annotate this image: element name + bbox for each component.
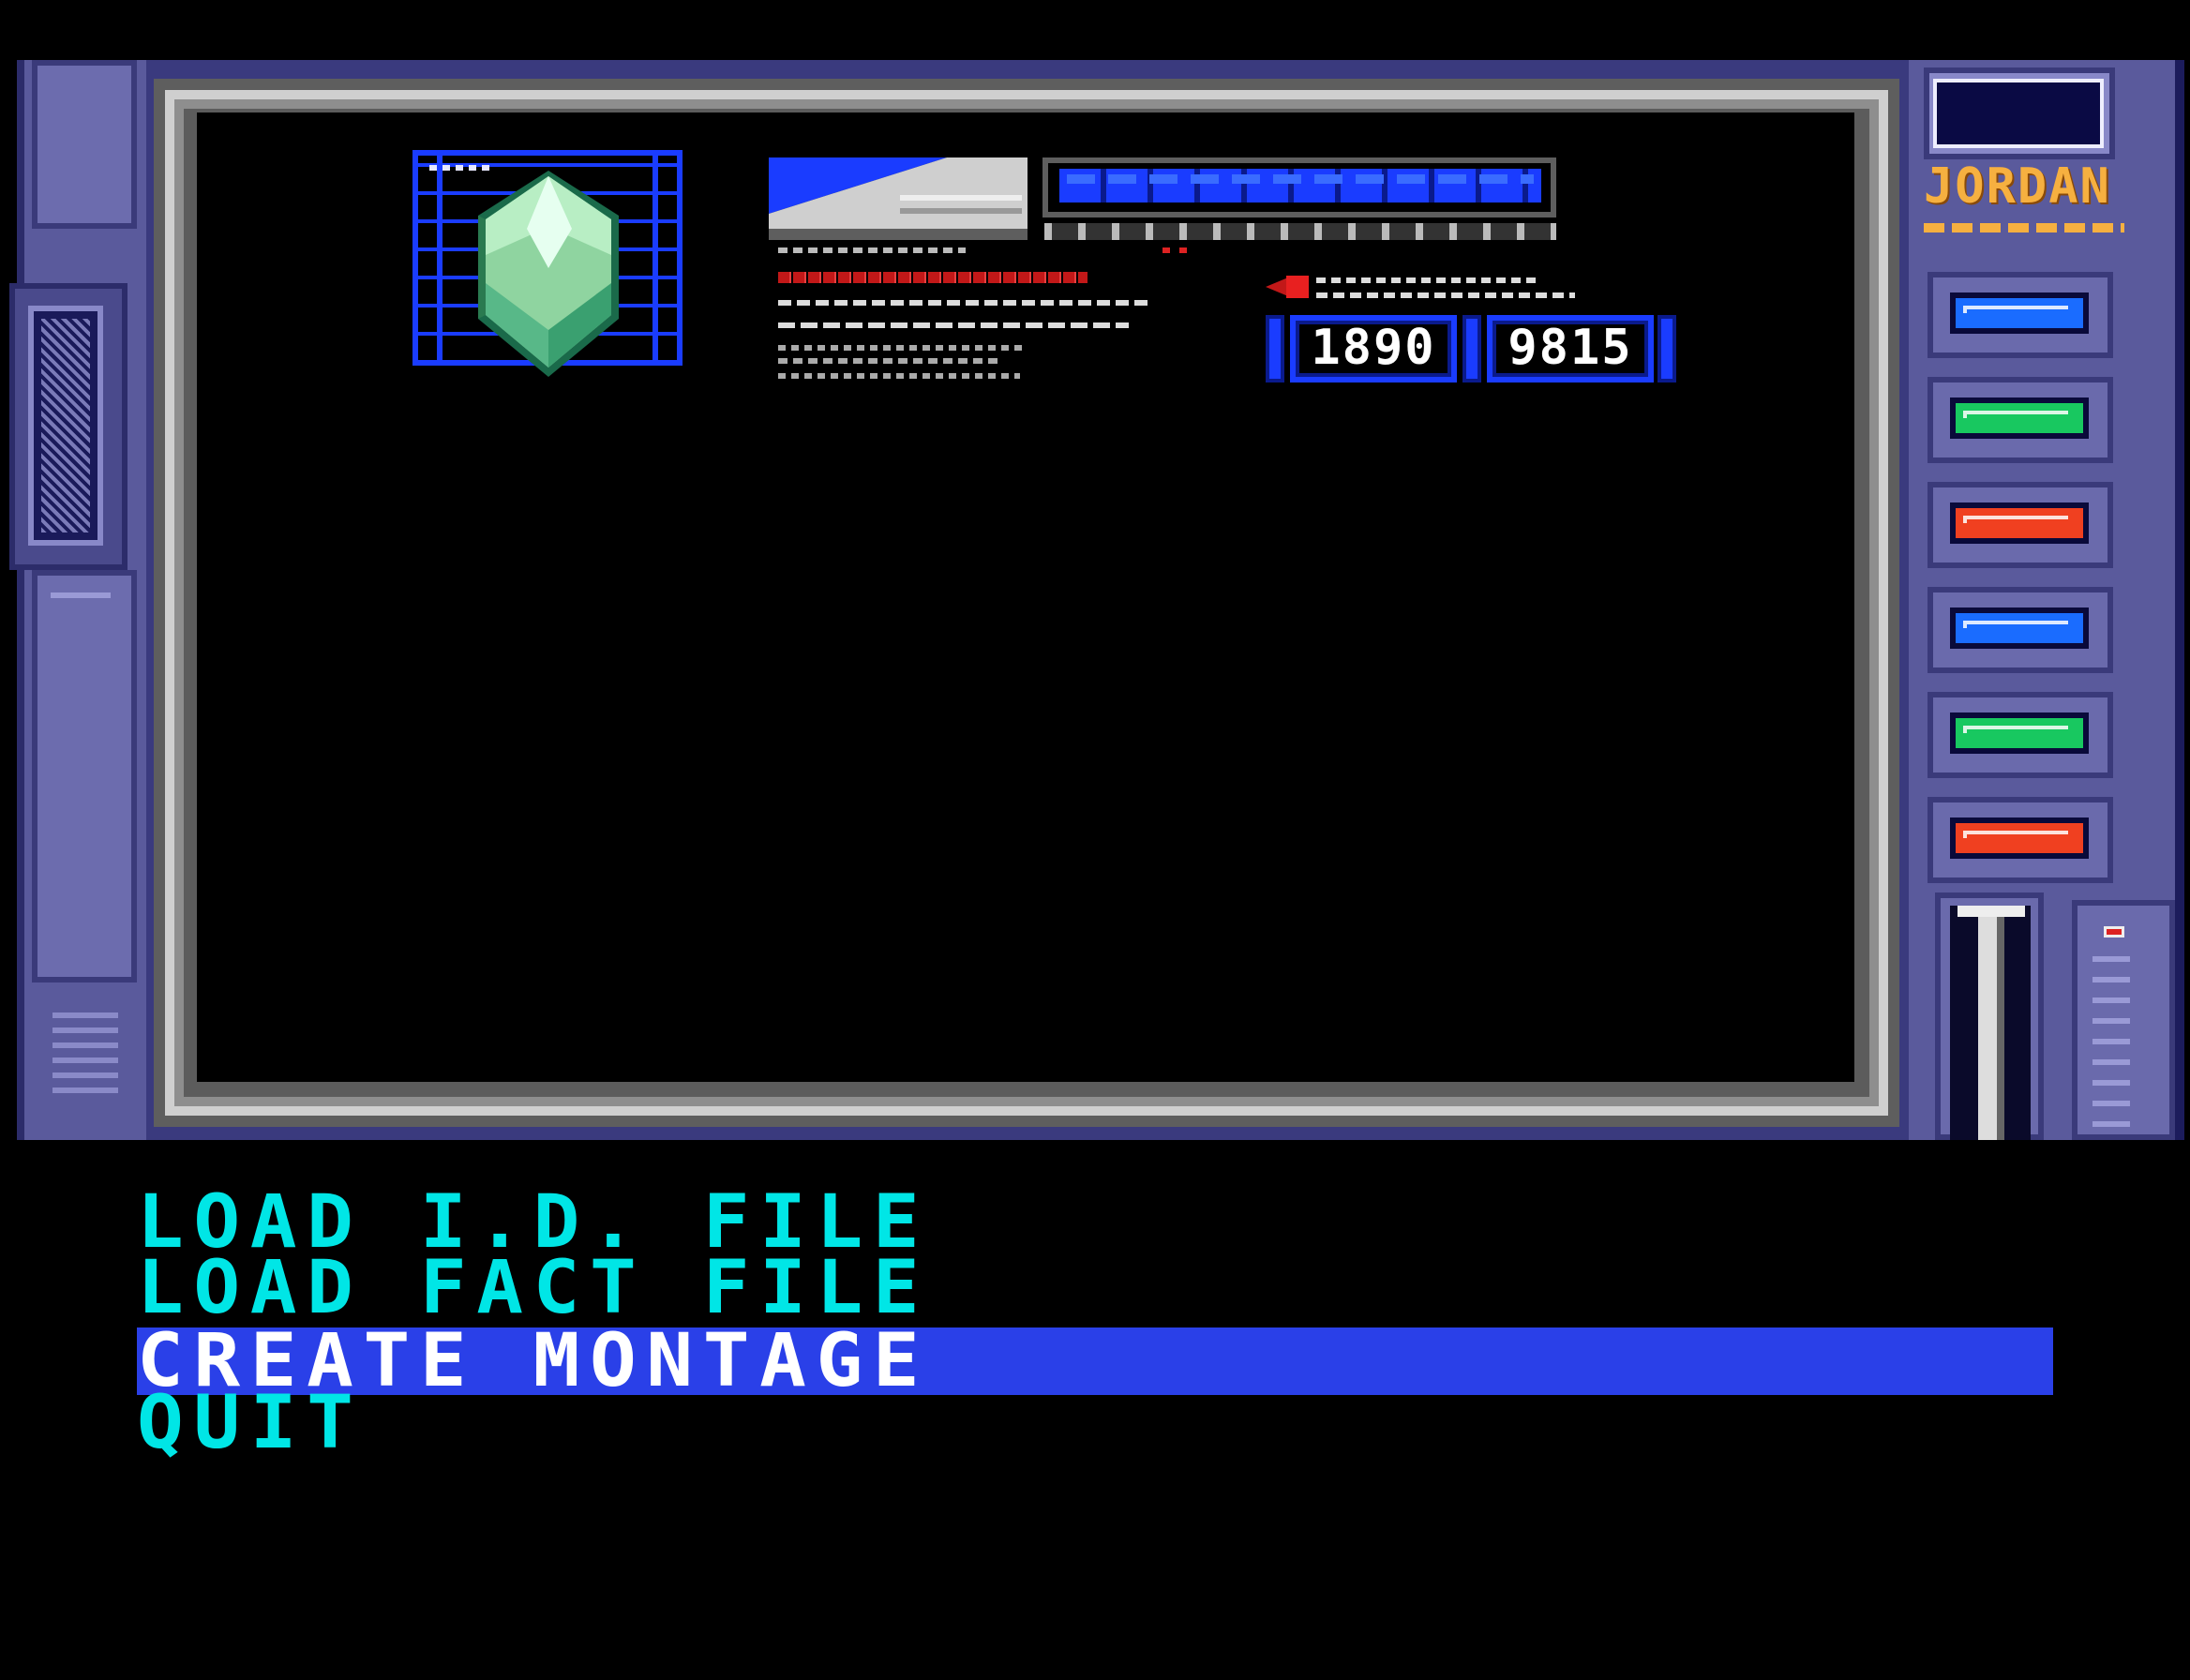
- name-display-screen: [1933, 79, 2104, 148]
- right-vent-line: [2092, 977, 2130, 982]
- placeholder-text-line: [778, 358, 1003, 364]
- placeholder-text-line: [778, 345, 1026, 351]
- left-vent-line: [52, 1028, 118, 1033]
- title-wedge-graphic: [769, 158, 1028, 240]
- indicator-light: [1950, 292, 2089, 334]
- right-vent-line: [2092, 1018, 2130, 1024]
- right-vent-line: [2092, 1080, 2130, 1086]
- menu-item-quit[interactable]: QUIT: [137, 1387, 2168, 1460]
- placeholder-text-line: [778, 322, 1129, 328]
- counter-display-2: 9815: [1487, 315, 1654, 382]
- left-vent-line: [52, 1058, 118, 1063]
- tick-strip: [1044, 223, 1556, 240]
- left-vent-line: [52, 1042, 118, 1048]
- placeholder-text-line: [1316, 292, 1575, 298]
- speaker-grill: [41, 319, 90, 532]
- lever-shaft: [1978, 917, 2004, 1140]
- name-underline: [1924, 223, 2124, 232]
- counter-display-1: 1890: [1290, 315, 1457, 382]
- indicator-light: [1950, 712, 2089, 754]
- counter-cap: [1266, 315, 1284, 382]
- placeholder-text-line: [778, 248, 966, 253]
- placeholder-red-text-line: [778, 272, 1088, 283]
- indicator-light: [1950, 818, 2089, 859]
- crystal-icon: [478, 171, 619, 377]
- placeholder-text-line: [1316, 278, 1541, 283]
- lever-handle: [1958, 906, 2025, 917]
- indicator-light: [1950, 502, 2089, 544]
- left-vent-line: [52, 1012, 118, 1018]
- left-panel-trim: [51, 592, 111, 598]
- left-vent-line: [52, 1072, 118, 1078]
- left-vent-line: [52, 1088, 118, 1093]
- main-menu: LOAD I.D. FILE LOAD FACT FILE CREATE MON…: [137, 1186, 2053, 1470]
- right-vent-line: [2092, 1121, 2130, 1127]
- operator-name: JORDAN: [1924, 158, 2111, 215]
- scanner-readout-highlight: [1067, 174, 1534, 184]
- right-vent-line: [2092, 1039, 2130, 1044]
- counter-cap: [1462, 315, 1481, 382]
- right-vent-line: [2092, 956, 2130, 962]
- right-vent-line: [2092, 998, 2130, 1003]
- placeholder-text-line: [778, 300, 1148, 306]
- placeholder-text-line: [778, 373, 1020, 379]
- menu-item-load-fact-file[interactable]: LOAD FACT FILE: [137, 1252, 2168, 1325]
- pointer-arrow-icon: [1266, 276, 1309, 298]
- right-vent-line: [2092, 1059, 2130, 1065]
- vent-indicator: [2104, 926, 2124, 938]
- left-panel-top-plate: [32, 60, 137, 229]
- indicator-light: [1950, 608, 2089, 649]
- red-indicator-dots: [1162, 248, 1191, 253]
- menu-item-create-montage[interactable]: CREATE MONTAGE: [137, 1325, 2053, 1398]
- counter-cap: [1658, 315, 1676, 382]
- indicator-light: [1950, 398, 2089, 439]
- right-vent-line: [2092, 1101, 2130, 1106]
- left-panel-lower-plate: [32, 570, 137, 982]
